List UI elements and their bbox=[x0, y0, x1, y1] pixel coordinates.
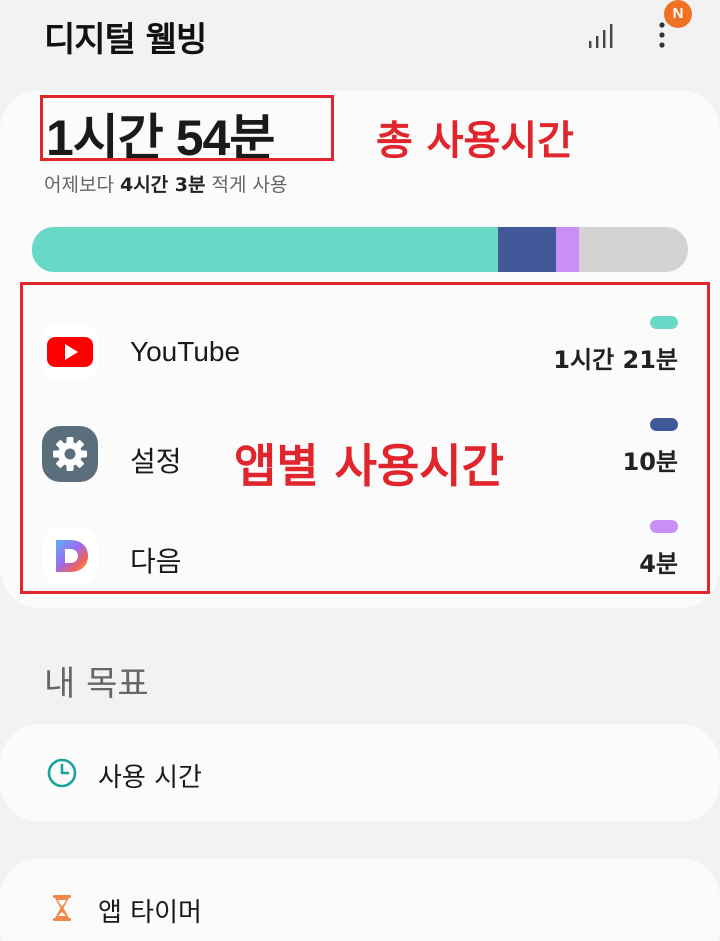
notification-badge: N bbox=[664, 0, 692, 28]
hourglass-icon bbox=[53, 895, 71, 921]
app-usage-annotation: 앱별 사용시간 bbox=[234, 439, 504, 493]
stats-icon[interactable] bbox=[586, 22, 614, 50]
goals-section-title: 내 목표 bbox=[44, 664, 149, 704]
usage-bar-segment-1 bbox=[498, 227, 556, 272]
usage-comparison: 어제보다 4시간 3분 적게 사용 bbox=[44, 170, 287, 197]
app-header: 디지털 웰빙 N bbox=[0, 0, 720, 80]
comparison-suffix: 적게 사용 bbox=[205, 174, 288, 196]
clock-icon bbox=[47, 758, 77, 788]
usage-bar-segment-0 bbox=[32, 227, 499, 272]
usage-bar-segment-2 bbox=[555, 227, 579, 272]
usage-bar[interactable] bbox=[32, 227, 688, 272]
comparison-value: 4시간 3분 bbox=[119, 174, 206, 196]
total-time-annotation: 총 사용시간 bbox=[376, 118, 574, 164]
comparison-prefix: 어제보다 bbox=[44, 174, 120, 196]
goal-app-timer[interactable]: 앱 타이머 bbox=[0, 858, 720, 941]
total-time-highlight-box bbox=[40, 95, 334, 161]
goal-label-app-timer: 앱 타이머 bbox=[98, 898, 202, 928]
goal-label-screen-time: 사용 시간 bbox=[98, 763, 202, 793]
page-title: 디지털 웰빙 bbox=[44, 20, 207, 60]
goal-screen-time[interactable]: 사용 시간 bbox=[0, 724, 720, 822]
